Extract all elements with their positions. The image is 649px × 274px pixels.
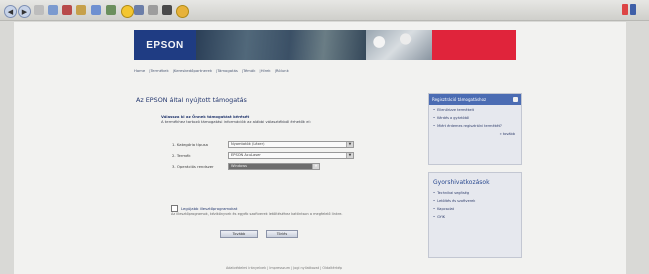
sidebar-link-label: Kérdés a gyártótól	[437, 116, 470, 120]
nav-item[interactable]: Hírek	[261, 68, 271, 73]
category-label: 1. Kategória típusa	[172, 141, 208, 147]
drivers-checkbox[interactable]	[171, 205, 178, 212]
quicklink[interactable]: • Technikai segítség	[433, 191, 517, 196]
chevron-down-icon: ▼	[346, 141, 353, 147]
help-note: Az illesztőprogramok, kézikönyvek és egy…	[171, 212, 343, 216]
refresh-icon[interactable]	[48, 5, 58, 15]
product-row: 2. Termék EPSON AcuLaser ▼	[172, 151, 354, 159]
page-title: Az EPSON által nyújtott támogatás	[136, 96, 247, 104]
quicklink[interactable]: • GYIK	[433, 215, 517, 220]
nav-item[interactable]: Támogatás	[217, 68, 238, 73]
product-select-value: EPSON AcuLaser	[231, 152, 261, 157]
sidebar-link[interactable]: • Ellenőrizze termékeit	[433, 108, 517, 113]
print-icon[interactable]	[134, 5, 144, 15]
search-icon[interactable]	[76, 5, 86, 15]
home-icon[interactable]	[62, 5, 72, 15]
page-footer[interactable]: Adatvédelmi irányelvek | Impresszum | Jo…	[226, 266, 342, 270]
quicklink-label: Technikai segítség	[437, 191, 470, 195]
mail-icon	[513, 97, 518, 102]
forward-icon[interactable]: ▶	[18, 5, 31, 18]
history-icon[interactable]	[106, 5, 116, 15]
browser-toolbar: ◀ ▶	[0, 0, 649, 21]
discuss-icon[interactable]	[162, 5, 172, 15]
intro-description: A termékhez tartozó támogatási informáci…	[161, 119, 311, 124]
back-icon[interactable]: ◀	[4, 5, 17, 18]
quicklink[interactable]: • Kapcsolat	[433, 207, 517, 212]
banner-photo	[196, 30, 366, 60]
tray-icon-blue	[630, 4, 636, 15]
quicklink-label: Kapcsolat	[437, 207, 455, 211]
category-select[interactable]: Nyomtatók (Lézer) ▼	[228, 140, 354, 148]
epson-logo[interactable]: EPSON	[134, 30, 196, 60]
favorites-icon[interactable]	[91, 5, 101, 15]
nav-item[interactable]: Rólunk	[276, 68, 289, 73]
chevron-down-icon: ▼	[312, 163, 319, 169]
os-row: 3. Operációs rendszer Windows ▼	[172, 162, 320, 170]
header-banner: EPSON	[134, 30, 516, 60]
quicklink[interactable]: • Letöltés és szoftverek	[433, 199, 517, 204]
registration-box: Regisztráció támogatáshoz • Ellenőrizze t…	[428, 93, 522, 165]
drivers-checkbox-row: Legújabb illesztőprogramokat	[171, 205, 237, 212]
product-select[interactable]: EPSON AcuLaser ▼	[228, 151, 354, 159]
clear-button[interactable]: Törlés	[266, 230, 298, 238]
category-row: 1. Kategória típusa Nyomtatók (Lézer) ▼	[172, 140, 354, 148]
os-select[interactable]: Windows ▼	[228, 162, 320, 170]
quicklink-label: GYIK	[437, 215, 446, 219]
sidebar-link-label: Miért érdemes regisztrálni termékét?	[437, 124, 502, 128]
banner-photo-secondary	[366, 30, 432, 60]
edit-icon[interactable]	[148, 5, 158, 15]
sidebar-link-label: Ellenőrizze termékeit	[437, 108, 474, 112]
nav-item[interactable]: Termékek	[151, 68, 169, 73]
nav-item[interactable]: Témák	[243, 68, 255, 73]
mail-icon[interactable]	[121, 5, 134, 18]
sidebar-link[interactable]: • Kérdés a gyártótól	[433, 116, 517, 121]
banner-accent-block	[432, 30, 516, 60]
os-label: 3. Operációs rendszer	[172, 163, 214, 169]
quicklink-label: Letöltés és szoftverek	[437, 199, 476, 203]
sidebar-link[interactable]: • Miért érdemes regisztrálni termékét?	[433, 124, 517, 129]
category-select-value: Nyomtatók (Lézer)	[231, 141, 265, 146]
stop-icon[interactable]	[34, 5, 44, 15]
tray-icon-red	[622, 4, 628, 15]
os-select-value: Windows	[231, 163, 248, 168]
continue-button[interactable]: Tovább	[220, 230, 258, 238]
main-nav: Home | Termékek | Kereskedőpartnerek | Támo…	[134, 67, 289, 73]
quicklinks-box: Gyorshivatkozások • Technikai segítség • L…	[428, 172, 522, 258]
drivers-checkbox-label[interactable]: Legújabb illesztőprogramokat	[181, 206, 237, 211]
chevron-down-icon: ▼	[346, 152, 353, 158]
nav-item[interactable]: Home	[134, 68, 145, 73]
registration-box-title: Regisztráció támogatáshoz	[429, 94, 521, 105]
more-link[interactable]: » tovább	[435, 132, 515, 136]
product-label: 2. Termék	[172, 152, 191, 158]
nav-item[interactable]: Kereskedőpartnerek	[174, 68, 212, 73]
messenger-icon[interactable]	[176, 5, 189, 18]
quicklinks-title: Gyorshivatkozások	[433, 179, 490, 186]
intro-text: Válassza ki az Önnek támogatást kérését …	[161, 114, 411, 124]
web-page: EPSON Home | Termékek | Kereskedőpartnerek…	[14, 22, 626, 274]
registration-box-title-text: Regisztráció támogatáshoz	[432, 97, 487, 102]
